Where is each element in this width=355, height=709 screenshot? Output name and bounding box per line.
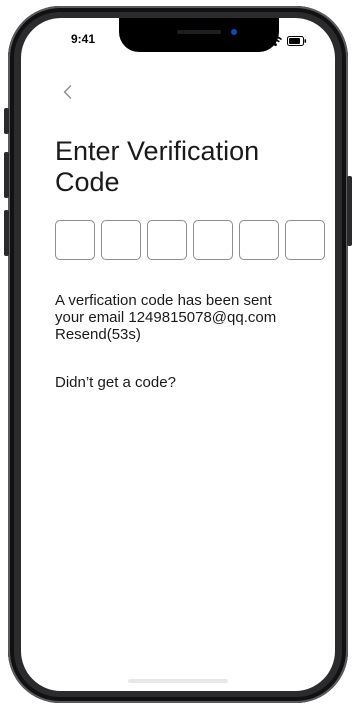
- page-title-line-2: Code: [55, 167, 120, 197]
- resend-countdown-link[interactable]: Resend(53s): [55, 326, 335, 343]
- code-digit-6[interactable]: [285, 220, 325, 260]
- no-code-help-link[interactable]: Didn’t get a code?: [55, 374, 176, 391]
- code-sent-message: A verfication code has been sent your em…: [55, 292, 335, 343]
- wifi-icon: [268, 33, 283, 51]
- home-indicator: [128, 679, 228, 683]
- back-button[interactable]: [57, 82, 77, 106]
- verification-code-input: [55, 220, 325, 260]
- status-icons: [250, 33, 307, 51]
- page-title-line-1: Enter Verification: [55, 136, 260, 166]
- code-sent-line-1: A verfication code has been sent: [55, 292, 272, 309]
- speaker-grille: [177, 30, 221, 34]
- code-sent-line-2: your email 1249815078@qq.com: [55, 309, 277, 326]
- battery-icon: [287, 33, 307, 51]
- code-digit-2[interactable]: [101, 220, 141, 260]
- power-button: [347, 176, 352, 246]
- code-digit-1[interactable]: [55, 220, 95, 260]
- volume-down-button: [4, 210, 9, 256]
- page-title: Enter Verification Code: [55, 136, 315, 198]
- screen: 9:41 Enter Verification Code A verficati…: [21, 18, 335, 691]
- code-digit-3[interactable]: [147, 220, 187, 260]
- code-digit-4[interactable]: [193, 220, 233, 260]
- chevron-left-icon: [63, 84, 72, 104]
- code-digit-5[interactable]: [239, 220, 279, 260]
- status-time: 9:41: [71, 32, 96, 46]
- front-camera: [231, 29, 237, 35]
- device-mockup: 9:41 Enter Verification Code A verficati…: [0, 0, 355, 709]
- mute-switch: [4, 108, 9, 134]
- signal-icon: [250, 33, 264, 51]
- volume-up-button: [4, 152, 9, 198]
